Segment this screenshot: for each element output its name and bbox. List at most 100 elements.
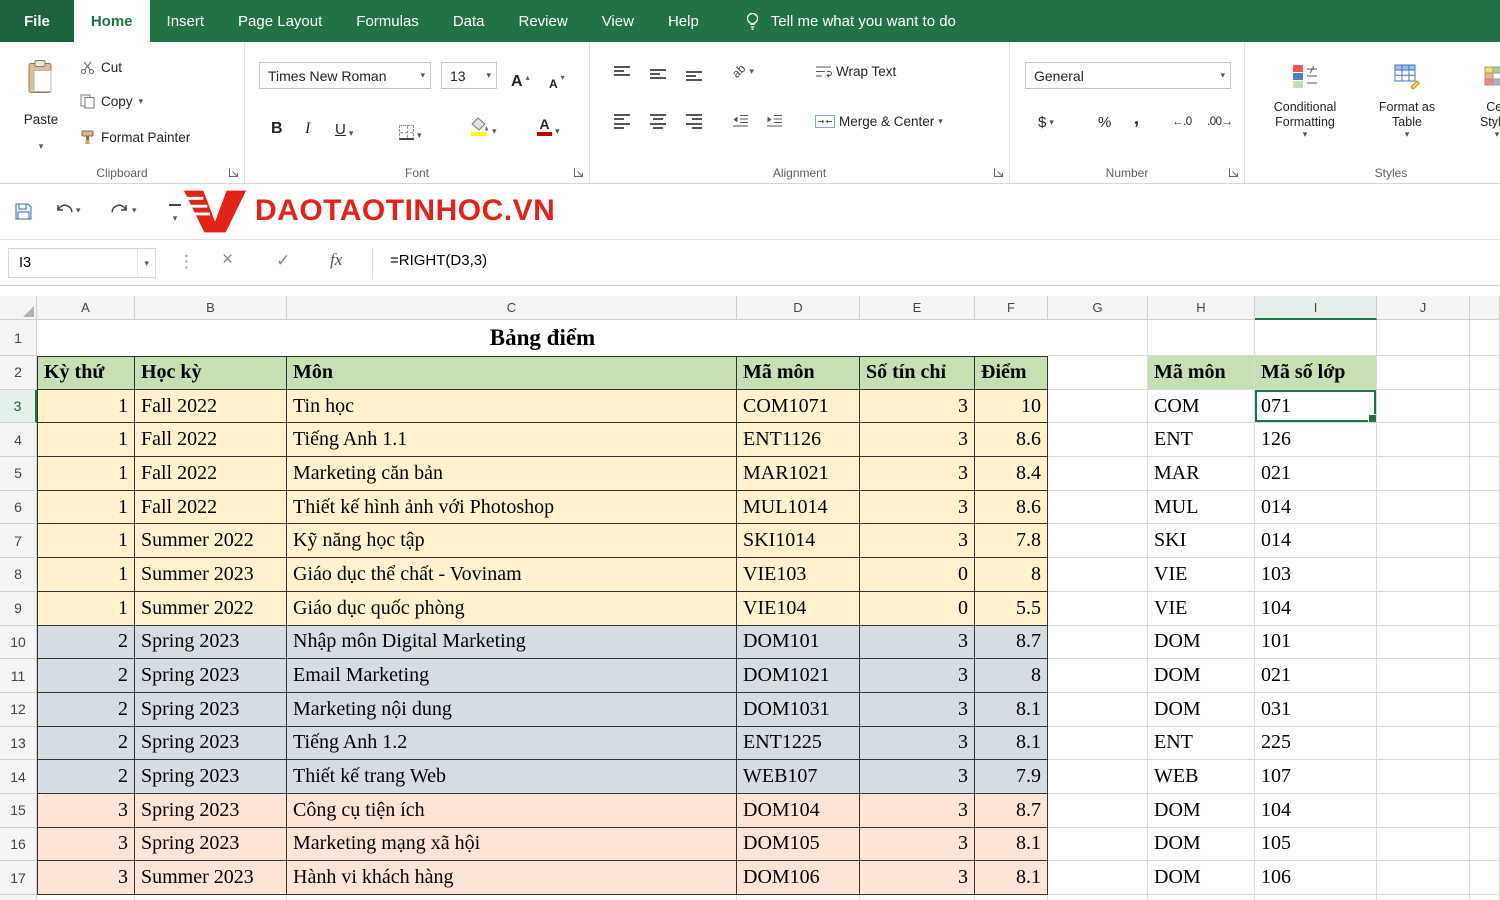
cell-H16[interactable]: DOM bbox=[1148, 828, 1255, 862]
formula-bar-drag-handle[interactable]: ⋮ bbox=[178, 252, 195, 272]
cell-A4[interactable]: 1 bbox=[37, 423, 135, 457]
cell-partial[interactable] bbox=[1048, 895, 1148, 900]
decrease-indent-button[interactable] bbox=[732, 114, 749, 127]
cell-E6[interactable]: 3 bbox=[860, 491, 975, 525]
cell-F15[interactable]: 8.7 bbox=[975, 794, 1048, 828]
cell-G11[interactable] bbox=[1048, 659, 1148, 693]
cell-D8[interactable]: VIE103 bbox=[737, 558, 860, 592]
conditional-formatting-button[interactable]: Conditional Formatting ▾ bbox=[1253, 52, 1357, 170]
cell-K11[interactable] bbox=[1470, 659, 1500, 693]
font-size-combobox[interactable]: 13 ▾ bbox=[441, 62, 497, 89]
increase-font-size-button[interactable]: A ▴ bbox=[511, 64, 530, 90]
accounting-format-button[interactable]: $ ▾ bbox=[1038, 110, 1054, 134]
paste-button[interactable]: Paste ▾ bbox=[12, 55, 70, 155]
cell-J10[interactable] bbox=[1377, 626, 1470, 660]
cell-I12[interactable]: 031 bbox=[1255, 693, 1377, 727]
cell-G6[interactable] bbox=[1048, 491, 1148, 525]
cell-J12[interactable] bbox=[1377, 693, 1470, 727]
cell-K8[interactable] bbox=[1470, 558, 1500, 592]
cell-C5[interactable]: Marketing căn bản bbox=[287, 457, 737, 491]
align-left-button[interactable] bbox=[614, 114, 630, 129]
cell-C13[interactable]: Tiếng Anh 1.2 bbox=[287, 727, 737, 761]
row-header-2[interactable]: 2 bbox=[0, 356, 37, 390]
cell-J15[interactable] bbox=[1377, 794, 1470, 828]
tell-me-box[interactable]: Tell me what you want to do bbox=[744, 0, 956, 42]
cell-A5[interactable]: 1 bbox=[37, 457, 135, 491]
fill-color-button[interactable]: ▾ bbox=[469, 110, 497, 136]
row-header-16[interactable]: 16 bbox=[0, 828, 37, 862]
cell-K4[interactable] bbox=[1470, 423, 1500, 457]
cell-C11[interactable]: Email Marketing bbox=[287, 659, 737, 693]
decrease-decimal-button[interactable]: .00→ bbox=[1207, 110, 1233, 134]
cell-D15[interactable]: DOM104 bbox=[737, 794, 860, 828]
top-align-button[interactable] bbox=[614, 66, 630, 81]
row-header-partial[interactable] bbox=[0, 895, 37, 900]
tab-review[interactable]: Review bbox=[502, 0, 585, 42]
orientation-button[interactable]: ab ▾ bbox=[732, 64, 754, 78]
row-header-10[interactable]: 10 bbox=[0, 626, 37, 660]
cell-G1[interactable] bbox=[1048, 320, 1148, 356]
column-header-C[interactable]: C bbox=[287, 296, 737, 320]
cell-H15[interactable]: DOM bbox=[1148, 794, 1255, 828]
cell-J14[interactable] bbox=[1377, 760, 1470, 794]
cell-H1[interactable] bbox=[1148, 320, 1255, 356]
cell-I13[interactable]: 225 bbox=[1255, 727, 1377, 761]
cell-A9[interactable]: 1 bbox=[37, 592, 135, 626]
cell-F7[interactable]: 7.8 bbox=[975, 524, 1048, 558]
cell-C14[interactable]: Thiết kế trang Web bbox=[287, 760, 737, 794]
cell-D9[interactable]: VIE104 bbox=[737, 592, 860, 626]
insert-function-icon[interactable]: fx bbox=[330, 250, 342, 270]
cell-H12[interactable]: DOM bbox=[1148, 693, 1255, 727]
cell-F9[interactable]: 5.5 bbox=[975, 592, 1048, 626]
format-as-table-button[interactable]: Format as Table ▾ bbox=[1361, 52, 1453, 170]
cell-E11[interactable]: 3 bbox=[860, 659, 975, 693]
cell-G7[interactable] bbox=[1048, 524, 1148, 558]
cell-E3[interactable]: 3 bbox=[860, 390, 975, 424]
cell-B7[interactable]: Summer 2022 bbox=[135, 524, 287, 558]
cell-D3[interactable]: COM1071 bbox=[737, 390, 860, 424]
cell-A14[interactable]: 2 bbox=[37, 760, 135, 794]
number-dialog-launcher-icon[interactable] bbox=[1228, 167, 1239, 178]
row-header-9[interactable]: 9 bbox=[0, 592, 37, 626]
table-header-4[interactable]: Mã môn bbox=[737, 356, 860, 390]
cell-C8[interactable]: Giáo dục thể chất - Vovinam bbox=[287, 558, 737, 592]
row-header-1[interactable]: 1 bbox=[0, 320, 37, 356]
cell-C9[interactable]: Giáo dục quốc phòng bbox=[287, 592, 737, 626]
cell-G14[interactable] bbox=[1048, 760, 1148, 794]
cell-J16[interactable] bbox=[1377, 828, 1470, 862]
cell-H14[interactable]: WEB bbox=[1148, 760, 1255, 794]
customize-qat-button[interactable]: ▾ bbox=[168, 204, 182, 226]
column-header-E[interactable]: E bbox=[860, 296, 975, 320]
increase-decimal-button[interactable]: ←.0 bbox=[1172, 110, 1192, 134]
cell-I10[interactable]: 101 bbox=[1255, 626, 1377, 660]
cell-I5[interactable]: 021 bbox=[1255, 457, 1377, 491]
decrease-font-size-button[interactable]: A ▾ bbox=[549, 64, 565, 90]
cell-F11[interactable]: 8 bbox=[975, 659, 1048, 693]
cell-G2[interactable] bbox=[1048, 356, 1148, 390]
cell-partial[interactable] bbox=[135, 895, 287, 900]
cell-E10[interactable]: 3 bbox=[860, 626, 975, 660]
cell-partial[interactable] bbox=[1377, 895, 1470, 900]
format-painter-button[interactable]: Format Painter bbox=[80, 124, 190, 150]
cell-C12[interactable]: Marketing nội dung bbox=[287, 693, 737, 727]
cell-E8[interactable]: 0 bbox=[860, 558, 975, 592]
cell-A3[interactable]: 1 bbox=[37, 390, 135, 424]
cell-C16[interactable]: Marketing mạng xã hội bbox=[287, 828, 737, 862]
bottom-align-button[interactable] bbox=[686, 66, 702, 81]
column-header-H[interactable]: H bbox=[1148, 296, 1255, 320]
cell-G15[interactable] bbox=[1048, 794, 1148, 828]
cell-G12[interactable] bbox=[1048, 693, 1148, 727]
cell-K13[interactable] bbox=[1470, 727, 1500, 761]
cell-D7[interactable]: SKI1014 bbox=[737, 524, 860, 558]
increase-indent-button[interactable] bbox=[766, 114, 783, 127]
column-header-J[interactable]: J bbox=[1377, 296, 1470, 320]
cell-B13[interactable]: Spring 2023 bbox=[135, 727, 287, 761]
cell-H3[interactable]: COM bbox=[1148, 390, 1255, 424]
row-header-3[interactable]: 3 bbox=[0, 390, 37, 424]
cell-partial[interactable] bbox=[1255, 895, 1377, 900]
cell-E15[interactable]: 3 bbox=[860, 794, 975, 828]
cell-G3[interactable] bbox=[1048, 390, 1148, 424]
select-all-button[interactable] bbox=[0, 296, 37, 320]
cell-E4[interactable]: 3 bbox=[860, 423, 975, 457]
cell-D16[interactable]: DOM105 bbox=[737, 828, 860, 862]
